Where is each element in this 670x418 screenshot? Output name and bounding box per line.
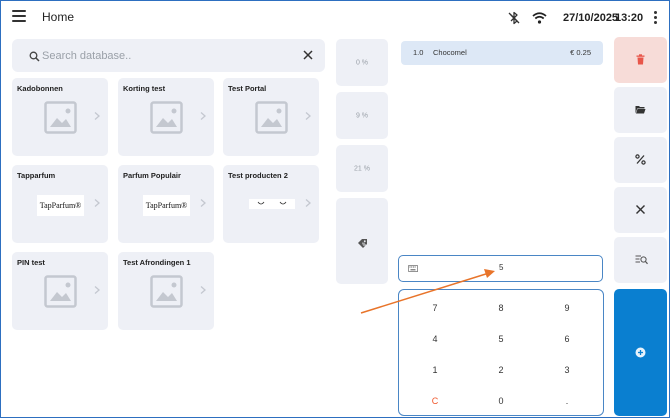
chevron-right-icon — [94, 199, 100, 207]
keyboard-icon[interactable] — [408, 265, 418, 272]
discount-0-button[interactable]: 0 % — [336, 39, 388, 86]
image-placeholder-icon — [44, 101, 77, 134]
trash-icon — [636, 54, 645, 65]
price-tag-icon: % — [358, 239, 367, 248]
product-tile[interactable]: Test Portal — [223, 78, 319, 156]
time-display: 13:20 — [615, 12, 644, 24]
discount-label: 0 % — [355, 59, 369, 66]
search-icon — [29, 51, 40, 62]
numpad-key-1[interactable]: 1 — [402, 355, 468, 385]
tile-label: Test Portal — [228, 84, 267, 93]
page-title: Home — [42, 10, 75, 24]
numpad-clear-key[interactable]: C — [402, 386, 468, 416]
cancel-button[interactable] — [614, 187, 667, 233]
product-tile[interactable]: PIN test — [12, 252, 108, 330]
tile-label: Tapparfum — [17, 171, 56, 180]
folder-open-icon — [635, 106, 646, 114]
numpad: 789 456 123 C0. — [398, 289, 604, 416]
add-circle-icon — [635, 347, 646, 358]
brand-logo: TapParfum® — [143, 195, 190, 216]
product-tile[interactable]: Kadobonnen — [12, 78, 108, 156]
tile-label: Korting test — [123, 84, 166, 93]
chevron-right-icon — [200, 199, 206, 207]
percent-discount-button[interactable] — [614, 137, 667, 183]
chevron-right-icon — [200, 112, 206, 120]
search-input[interactable] — [42, 47, 292, 65]
tile-label: Parfum Populair — [123, 171, 181, 180]
menu-icon[interactable] — [12, 10, 26, 22]
product-image — [249, 199, 295, 209]
product-tile[interactable]: Parfum Populair TapParfum® — [118, 165, 214, 243]
tile-label: Test Afrondingen 1 — [123, 258, 191, 267]
close-icon[interactable] — [302, 49, 314, 61]
delete-button[interactable] — [614, 37, 667, 83]
product-tile[interactable]: Test producten 2 — [223, 165, 319, 243]
entry-value: 5 — [499, 263, 504, 272]
numpad-key-5[interactable]: 5 — [468, 324, 534, 354]
image-placeholder-icon — [150, 275, 183, 308]
numpad-key-2[interactable]: 2 — [468, 355, 534, 385]
amount-entry-field[interactable]: 5 — [398, 255, 603, 282]
order-panel — [398, 37, 604, 255]
numpad-key-9[interactable]: 9 — [534, 293, 600, 323]
open-order-button[interactable] — [614, 87, 667, 133]
lookup-button[interactable] — [614, 237, 667, 283]
numpad-decimal-key[interactable]: . — [534, 386, 600, 416]
chevron-right-icon — [94, 112, 100, 120]
more-vertical-icon[interactable] — [652, 11, 658, 25]
order-line-name: Chocomel — [433, 48, 467, 57]
discount-21-button[interactable]: 21 % — [336, 145, 388, 192]
search-bar — [12, 39, 325, 72]
numpad-key-6[interactable]: 6 — [534, 324, 600, 354]
product-tile[interactable]: Test Afrondingen 1 — [118, 252, 214, 330]
order-line-price: € 0.25 — [570, 48, 591, 57]
price-tag-button[interactable]: % — [336, 198, 388, 284]
image-placeholder-icon — [150, 101, 183, 134]
tile-label: Test producten 2 — [228, 171, 288, 180]
image-placeholder-icon — [255, 101, 288, 134]
image-placeholder-icon — [44, 275, 77, 308]
order-line-quantity: 1.0 — [413, 48, 424, 57]
tile-label: PIN test — [17, 258, 45, 267]
confirm-button[interactable] — [614, 289, 667, 416]
search-list-icon — [635, 255, 648, 265]
product-tile[interactable]: Tapparfum TapParfum® — [12, 165, 108, 243]
chevron-right-icon — [94, 286, 100, 294]
close-icon — [636, 205, 645, 214]
numpad-key-4[interactable]: 4 — [402, 324, 468, 354]
product-tile[interactable]: Korting test — [118, 78, 214, 156]
chevron-right-icon — [305, 199, 311, 207]
numpad-key-3[interactable]: 3 — [534, 355, 600, 385]
bluetooth-off-icon[interactable] — [507, 11, 521, 25]
chevron-right-icon — [200, 286, 206, 294]
discount-label: 9 % — [355, 112, 369, 119]
percent-icon — [635, 154, 646, 165]
discount-label: 21 % — [354, 165, 370, 172]
tile-label: Kadobonnen — [17, 84, 63, 93]
chevron-right-icon — [305, 112, 311, 120]
wifi-icon[interactable] — [532, 12, 547, 24]
order-line[interactable]: 1.0 Chocomel € 0.25 — [401, 41, 603, 65]
numpad-key-7[interactable]: 7 — [402, 293, 468, 323]
brand-logo: TapParfum® — [37, 195, 84, 216]
date-display: 27/10/2025 — [563, 12, 619, 24]
discount-9-button[interactable]: 9 % — [336, 92, 388, 139]
numpad-key-0[interactable]: 0 — [468, 386, 534, 416]
numpad-key-8[interactable]: 8 — [468, 293, 534, 323]
svg-text:%: % — [362, 242, 366, 247]
